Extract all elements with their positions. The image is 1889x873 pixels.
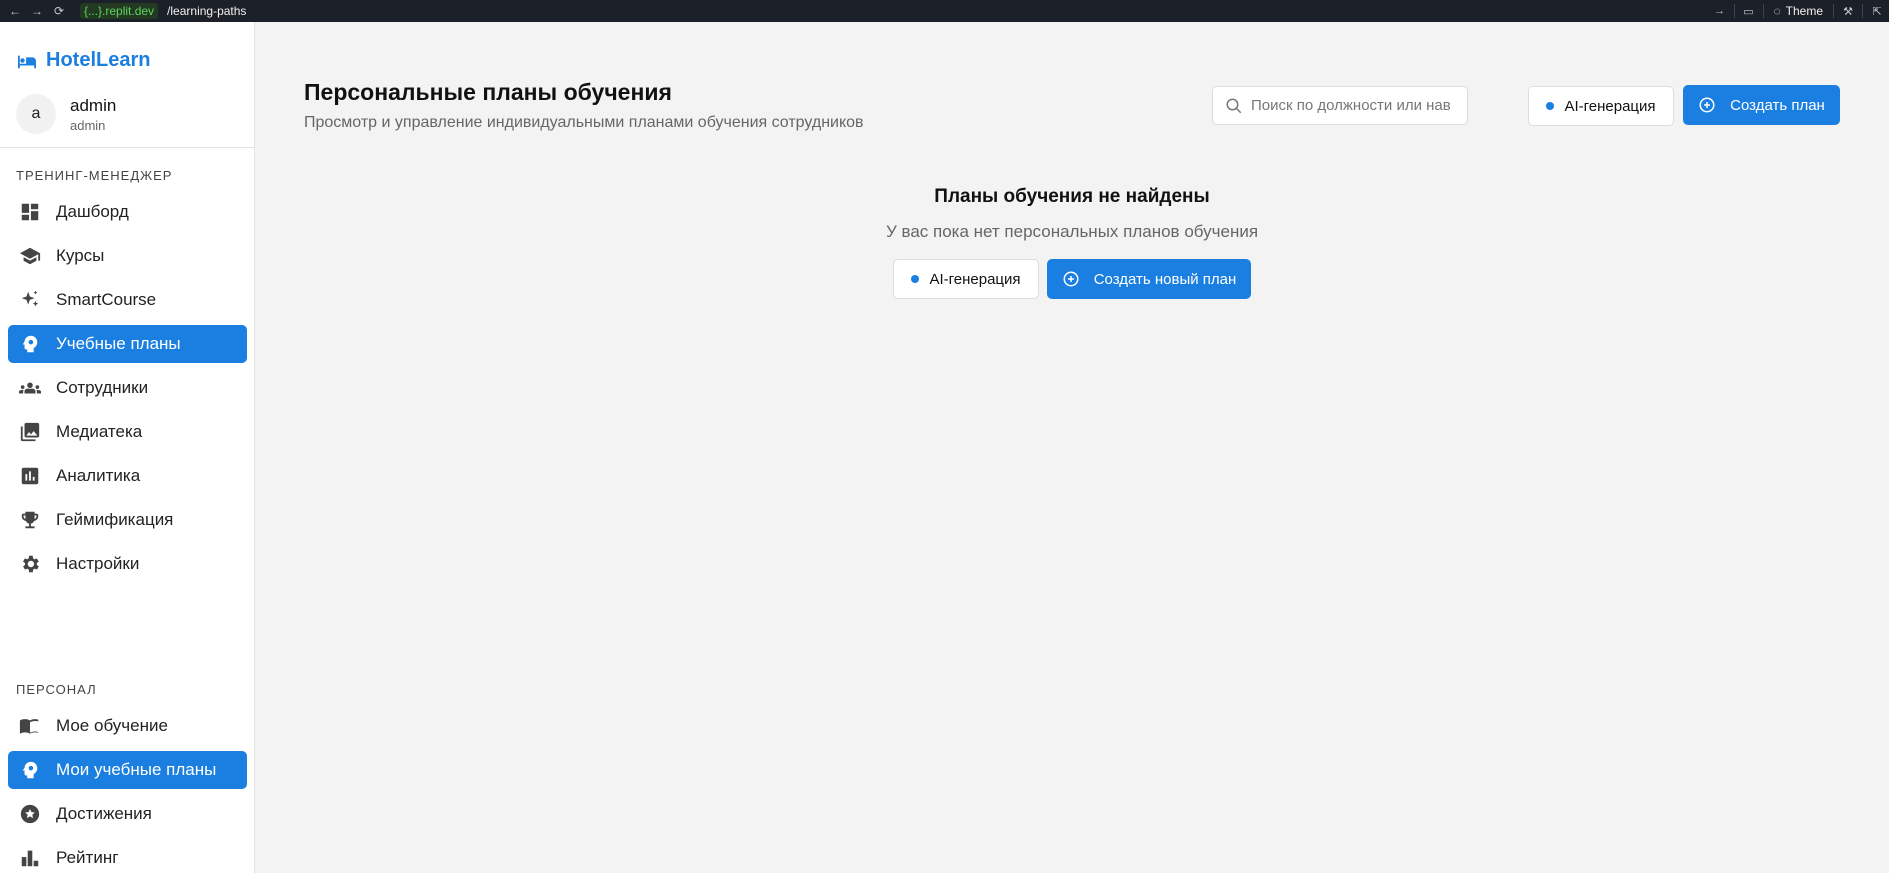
avatar: a [16, 94, 56, 134]
sidebar-item-label: Учебные планы [56, 334, 181, 353]
sidebar-item-analytics[interactable]: Аналитика [8, 457, 247, 495]
sidebar-item-label: Мои учебные планы [56, 760, 217, 779]
create-plan-button[interactable]: Создать план [1683, 85, 1840, 125]
sidebar-item-settings[interactable]: Настройки [8, 545, 247, 583]
page-title: Персональные планы обучения [304, 79, 672, 105]
status-dot [1546, 102, 1555, 110]
sidebar: HotelLearn a admin admin ТРЕНИНГ-МЕНЕДЖЕ… [0, 22, 255, 873]
sidebar-item-label: Мое обучение [56, 716, 168, 735]
empty-state-text: У вас пока нет персональных планов обуче… [885, 222, 1259, 241]
back-arrow-icon[interactable]: ← [8, 4, 22, 18]
url-host[interactable]: {...}.replit.dev [80, 3, 159, 19]
status-dot [911, 275, 920, 283]
monitor-icon[interactable]: ▭ [1741, 5, 1757, 18]
create-new-plan-label: Создать новый план [1093, 270, 1237, 288]
hotel-bed-icon [18, 55, 36, 68]
sidebar-item-label: Рейтинг [56, 848, 119, 867]
app-logo[interactable]: HotelLearn [16, 49, 150, 72]
empty-state-title: Планы обучения не найдены [934, 186, 1210, 207]
search-input[interactable] [1251, 97, 1451, 114]
sidebar-item-label: Аналитика [56, 466, 141, 485]
people-icon [18, 376, 42, 400]
sidebar-item-my-learning-plans[interactable]: Мои учебные планы [8, 751, 247, 789]
section-label-trainer: ТРЕНИНГ-МЕНЕДЖЕР [16, 168, 173, 183]
open-arrow-icon[interactable]: → [1712, 5, 1728, 17]
url-path[interactable]: /learning-paths [167, 4, 246, 18]
graduation-cap-icon [18, 244, 42, 268]
sidebar-item-smartcourse[interactable]: SmartCourse [8, 281, 247, 319]
wrench-icon[interactable]: ⚒ [1840, 5, 1856, 18]
toolbar-divider [1862, 4, 1863, 18]
sidebar-item-label: Достижения [56, 804, 152, 823]
sidebar-item-label: Геймификация [56, 510, 174, 529]
sidebar-item-employees[interactable]: Сотрудники [8, 369, 247, 407]
search-box[interactable] [1212, 86, 1468, 125]
ai-generation-label: AI-генерация [1564, 97, 1656, 115]
app-name: HotelLearn [46, 49, 151, 71]
reload-icon[interactable]: ⟳ [52, 4, 66, 18]
palette-icon: ◌ [1773, 4, 1781, 18]
sidebar-item-label: Курсы [56, 246, 105, 265]
sidebar-item-label: Настройки [56, 554, 140, 573]
toolbar-divider [1762, 4, 1764, 18]
sidebar-item-media-library[interactable]: Медиатека [8, 413, 247, 451]
create-plan-label: Создать план [1730, 96, 1825, 114]
analytics-chart-icon [18, 464, 42, 488]
sidebar-item-gamification[interactable]: Геймификация [8, 501, 247, 539]
divider [0, 147, 255, 148]
toolbar-divider [1833, 4, 1834, 18]
browser-toolbar: ← → ⟳ {...}.replit.dev /learning-paths →… [0, 0, 1889, 22]
ai-generation-label: AI-генерация [929, 270, 1021, 288]
star-badge-icon [18, 802, 42, 826]
theme-label: Theme [1785, 4, 1823, 18]
photo-library-icon [18, 420, 42, 444]
user-profile[interactable]: a admin admin [16, 94, 116, 134]
forward-arrow-icon[interactable]: → [30, 4, 44, 18]
sidebar-item-label: Сотрудники [56, 378, 149, 397]
sidebar-item-rating[interactable]: Рейтинг [8, 839, 247, 873]
section-label-personal: ПЕРСОНАЛ [16, 682, 97, 697]
sidebar-item-my-learning[interactable]: Мое обучение [8, 707, 247, 745]
external-link-icon[interactable]: ⇱ [1869, 5, 1885, 18]
trophy-icon [18, 508, 42, 532]
plus-circle-icon [1063, 271, 1079, 287]
plus-circle-icon [1699, 97, 1715, 113]
create-new-plan-button[interactable]: Создать новый план [1047, 259, 1251, 299]
sidebar-item-learning-plans[interactable]: Учебные планы [8, 325, 247, 363]
theme-button[interactable]: ◌ Theme [1770, 4, 1828, 18]
sidebar-item-label: SmartCourse [56, 290, 157, 309]
page-subtitle: Просмотр и управление индивидуальными пл… [304, 114, 864, 131]
ai-generation-button[interactable]: AI-генерация [1528, 86, 1674, 126]
sidebar-item-label: Медиатека [56, 422, 143, 441]
user-name: admin [70, 95, 117, 115]
empty-ai-generation-button[interactable]: AI-генерация [893, 259, 1039, 299]
psychology-head-icon [18, 758, 42, 782]
sparkles-icon [18, 288, 42, 312]
leaderboard-icon [18, 846, 42, 870]
gear-icon [18, 552, 42, 576]
user-role: admin [70, 117, 106, 133]
toolbar-divider [1733, 4, 1735, 18]
psychology-head-icon [18, 332, 42, 356]
search-icon [1226, 98, 1242, 113]
sidebar-item-courses[interactable]: Курсы [8, 237, 247, 275]
book-icon [18, 714, 42, 738]
sidebar-item-achievements[interactable]: Достижения [8, 795, 247, 833]
